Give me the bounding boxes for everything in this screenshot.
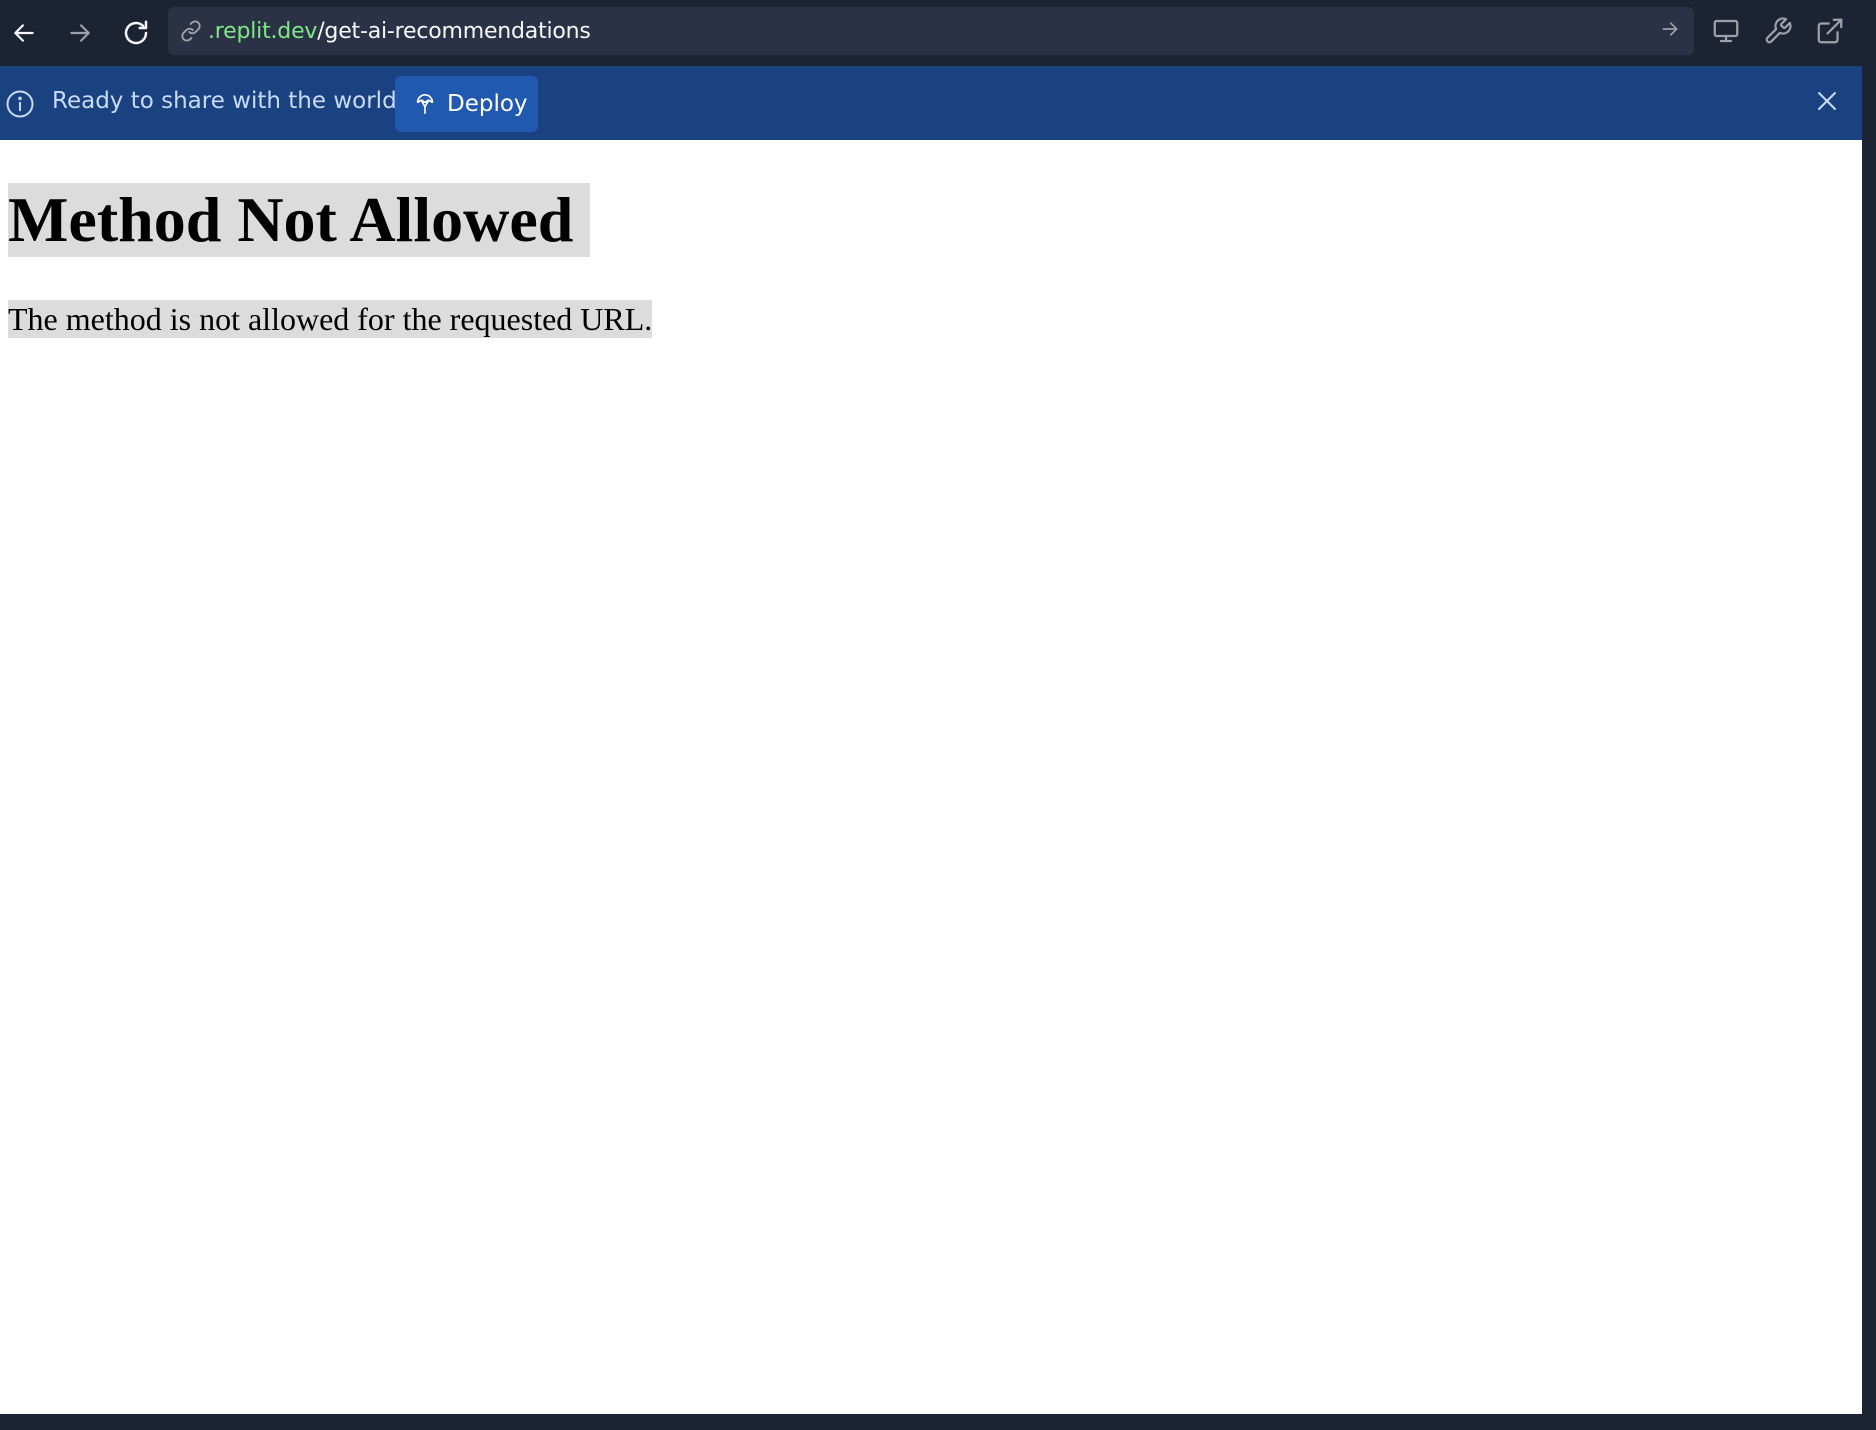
url-go-button[interactable] (1658, 19, 1682, 43)
arrow-right-icon (1660, 19, 1680, 44)
url-domain: .replit.dev (208, 18, 318, 44)
webview-page: Method Not Allowed The method is not all… (0, 140, 1862, 1414)
error-message: The method is not allowed for the reques… (8, 300, 653, 338)
arrow-right-icon (67, 20, 93, 46)
url-path: /get-ai-recommendations (317, 18, 591, 44)
external-link-icon (1815, 16, 1845, 51)
deploy-button-label: Deploy (447, 91, 528, 117)
arrow-left-icon (11, 20, 37, 46)
forward-button[interactable] (60, 13, 100, 53)
page-title: Method Not Allowed (8, 183, 591, 257)
banner-message: Ready to share with the world? (52, 88, 409, 114)
deploy-icon (413, 92, 437, 116)
devtools-button[interactable] (1758, 13, 1798, 53)
device-preview-button[interactable] (1706, 13, 1746, 53)
preview-toolbar: .replit.dev/get-ai-recommendations (0, 0, 1876, 66)
bottom-edge (0, 1414, 1876, 1430)
open-new-tab-button[interactable] (1810, 13, 1850, 53)
banner-close-button[interactable] (1810, 86, 1844, 120)
page-scrollbar[interactable] (1862, 66, 1876, 1414)
info-icon (4, 88, 36, 120)
monitor-icon (1711, 16, 1741, 51)
reload-button[interactable] (116, 13, 156, 53)
deploy-banner: Ready to share with the world? Deploy (0, 66, 1862, 140)
deploy-button[interactable]: Deploy (395, 76, 538, 132)
wrench-icon (1763, 16, 1793, 51)
link-icon (178, 18, 204, 44)
url-text[interactable]: .replit.dev/get-ai-recommendations (208, 19, 591, 44)
back-button[interactable] (4, 13, 44, 53)
url-bar[interactable]: .replit.dev/get-ai-recommendations (168, 7, 1694, 55)
reload-icon (121, 18, 151, 48)
browser-frame: .replit.dev/get-ai-recommendations Ready… (0, 0, 1876, 1430)
close-icon (1815, 89, 1839, 118)
